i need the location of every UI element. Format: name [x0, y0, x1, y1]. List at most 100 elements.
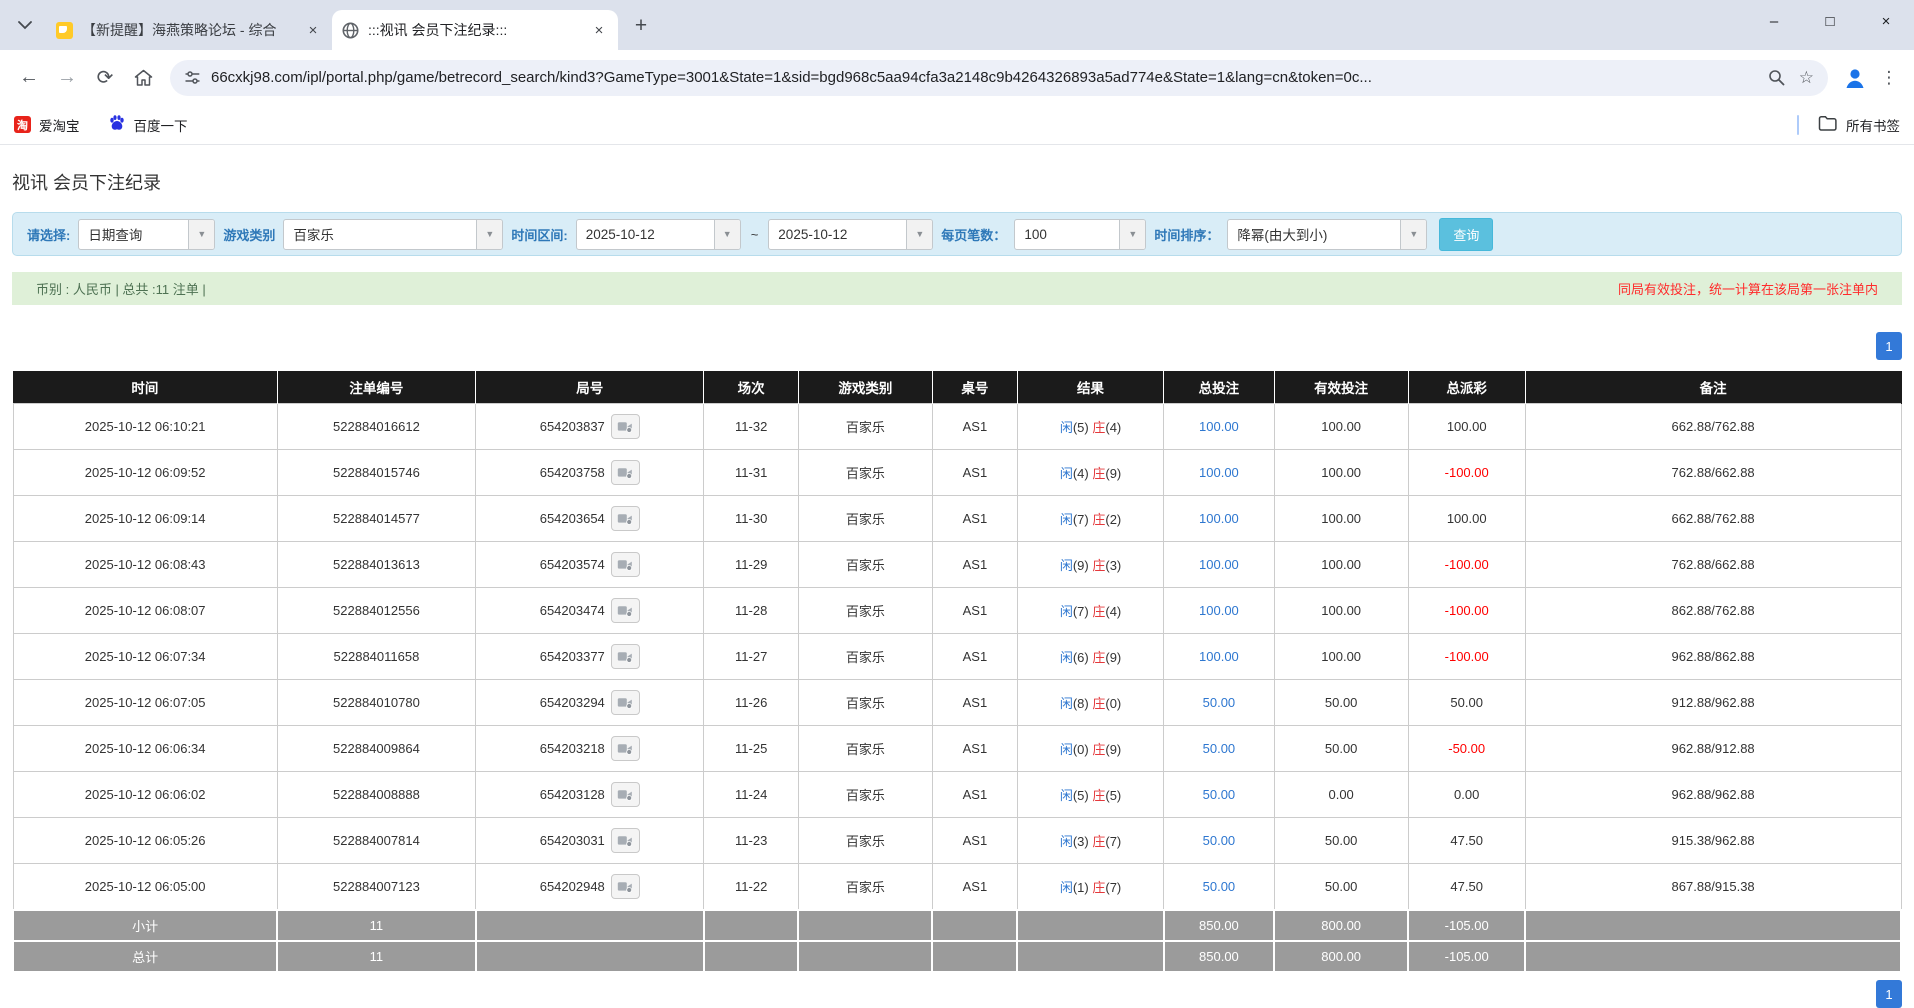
chevron-down-icon[interactable]: ▼	[714, 220, 740, 249]
tab-betrecord[interactable]: :::视讯 会员下注纪录::: ×	[332, 10, 618, 50]
maximize-button[interactable]: □	[1802, 0, 1858, 42]
video-camera-icon	[617, 558, 633, 571]
video-replay-button[interactable]	[611, 552, 640, 577]
chevron-down-icon[interactable]: ▼	[1400, 220, 1426, 249]
tab-search-button[interactable]	[10, 10, 40, 40]
video-replay-button[interactable]	[611, 690, 640, 715]
tab-close-icon[interactable]: ×	[590, 21, 608, 39]
minimize-button[interactable]: –	[1746, 0, 1802, 42]
profile-avatar[interactable]	[1838, 61, 1872, 95]
page-size-value: 100	[1015, 220, 1119, 249]
video-replay-button[interactable]	[611, 782, 640, 807]
video-camera-icon	[617, 742, 633, 755]
video-replay-button[interactable]	[611, 414, 640, 439]
reload-button[interactable]: ⟳	[86, 59, 124, 97]
total-bet-link[interactable]: 50.00	[1164, 772, 1274, 818]
total-bet-link[interactable]: 100.00	[1164, 588, 1274, 634]
valid-bet-cell: 0.00	[1274, 772, 1408, 818]
total-bet-link[interactable]: 100.00	[1164, 496, 1274, 542]
note-cell: 962.88/912.88	[1525, 726, 1901, 772]
site-info-icon[interactable]	[184, 69, 201, 86]
table-id-cell: AS1	[932, 496, 1017, 542]
round-id: 654203031	[540, 833, 605, 848]
summary-row: 小计11850.00800.00-105.00	[13, 910, 1901, 941]
session-cell: 11-25	[704, 726, 798, 772]
video-replay-button[interactable]	[611, 506, 640, 531]
table-row: 2025-10-12 06:10:21522884016612654203837…	[13, 404, 1901, 450]
total-bet-link[interactable]: 100.00	[1164, 542, 1274, 588]
all-bookmarks[interactable]: 所有书签	[1797, 115, 1900, 135]
page-1-button[interactable]: 1	[1876, 980, 1902, 1008]
total-bet-link[interactable]: 50.00	[1164, 818, 1274, 864]
query-mode-select[interactable]: 日期查询 ▼	[78, 219, 215, 250]
tab-close-icon[interactable]: ×	[304, 21, 322, 39]
bet-id-cell: 522884007123	[277, 864, 475, 911]
summary-row: 总计11850.00800.00-105.00	[13, 941, 1901, 972]
game-type-select[interactable]: 百家乐 ▼	[283, 219, 503, 250]
banker-result: 庄	[1092, 558, 1105, 573]
total-bet-link[interactable]: 50.00	[1164, 680, 1274, 726]
pagination-top: 1	[12, 332, 1902, 360]
total-bet-link[interactable]: 100.00	[1164, 404, 1274, 450]
table-row: 2025-10-12 06:08:43522884013613654203574…	[13, 542, 1901, 588]
result-cell: 闲(3) 庄(7)	[1017, 818, 1163, 864]
page-size-select[interactable]: 100 ▼	[1014, 219, 1146, 250]
bet-time-cell: 2025-10-12 06:05:26	[13, 818, 277, 864]
round-id-cell: 654203654	[476, 496, 704, 542]
total-bet-link[interactable]: 50.00	[1164, 726, 1274, 772]
bookmark-aitaobao[interactable]: 淘 爱淘宝	[14, 115, 80, 135]
close-button[interactable]: ×	[1858, 0, 1914, 42]
video-replay-button[interactable]	[611, 598, 640, 623]
video-replay-button[interactable]	[611, 828, 640, 853]
bet-id-cell: 522884011658	[277, 634, 475, 680]
video-replay-button[interactable]	[611, 644, 640, 669]
total-bet-link[interactable]: 100.00	[1164, 450, 1274, 496]
round-id: 654203294	[540, 695, 605, 710]
chevron-down-icon[interactable]: ▼	[1119, 220, 1145, 249]
chevron-down-icon[interactable]: ▼	[476, 220, 502, 249]
bet-time-cell: 2025-10-12 06:09:14	[13, 496, 277, 542]
address-bar[interactable]: 66cxkj98.com/ipl/portal.php/game/betreco…	[170, 60, 1828, 96]
note-cell: 662.88/762.88	[1525, 404, 1901, 450]
bookmark-baidu[interactable]: 百度一下	[108, 114, 188, 135]
valid-bet-cell: 50.00	[1274, 726, 1408, 772]
sort-select[interactable]: 降幂(由大到小) ▼	[1227, 219, 1427, 250]
tab-forum[interactable]: 【新提醒】海燕策略论坛 - 综合 ×	[46, 10, 332, 50]
summary-label-cell: 小计	[13, 910, 277, 941]
zoom-icon[interactable]	[1768, 69, 1785, 86]
date-to-select[interactable]: 2025-10-12 ▼	[768, 219, 933, 250]
new-tab-button[interactable]: +	[626, 11, 656, 41]
bet-id-cell: 522884013613	[277, 542, 475, 588]
bookmark-star-icon[interactable]: ☆	[1799, 68, 1814, 88]
forward-button[interactable]: →	[48, 59, 86, 97]
video-camera-icon	[617, 834, 633, 847]
url-text[interactable]: 66cxkj98.com/ipl/portal.php/game/betreco…	[211, 69, 1758, 86]
video-replay-button[interactable]	[611, 460, 640, 485]
bet-time-cell: 2025-10-12 06:10:21	[13, 404, 277, 450]
video-replay-button[interactable]	[611, 874, 640, 899]
page-title: 视讯 会员下注纪录	[12, 169, 1902, 195]
back-button[interactable]: ←	[10, 59, 48, 97]
chevron-down-icon[interactable]: ▼	[188, 220, 214, 249]
result-cell: 闲(7) 庄(4)	[1017, 588, 1163, 634]
player-result: 闲	[1060, 558, 1073, 573]
payout-cell: 100.00	[1408, 404, 1525, 450]
game-type-cell: 百家乐	[798, 634, 932, 680]
query-button[interactable]: 查询	[1439, 218, 1493, 251]
bet-record-table: 时间注单编号局号场次游戏类别桌号结果总投注有效投注总派彩备注 2025-10-1…	[12, 371, 1902, 973]
summary-note-cell	[1525, 910, 1901, 941]
baidu-icon	[108, 114, 126, 135]
chevron-down-icon[interactable]: ▼	[906, 220, 932, 249]
total-bet-link[interactable]: 100.00	[1164, 634, 1274, 680]
video-replay-button[interactable]	[611, 736, 640, 761]
bet-table-footer: 小计11850.00800.00-105.00总计11850.00800.00-…	[13, 910, 1901, 972]
date-from-select[interactable]: 2025-10-12 ▼	[576, 219, 741, 250]
bet-time-cell: 2025-10-12 06:06:02	[13, 772, 277, 818]
bet-time-cell: 2025-10-12 06:06:34	[13, 726, 277, 772]
browser-menu-icon[interactable]: ⋮	[1874, 61, 1904, 95]
table-id-cell: AS1	[932, 818, 1017, 864]
banker-result: 庄	[1092, 742, 1105, 757]
home-button[interactable]	[124, 59, 162, 97]
total-bet-link[interactable]: 50.00	[1164, 864, 1274, 911]
page-1-button[interactable]: 1	[1876, 332, 1902, 360]
